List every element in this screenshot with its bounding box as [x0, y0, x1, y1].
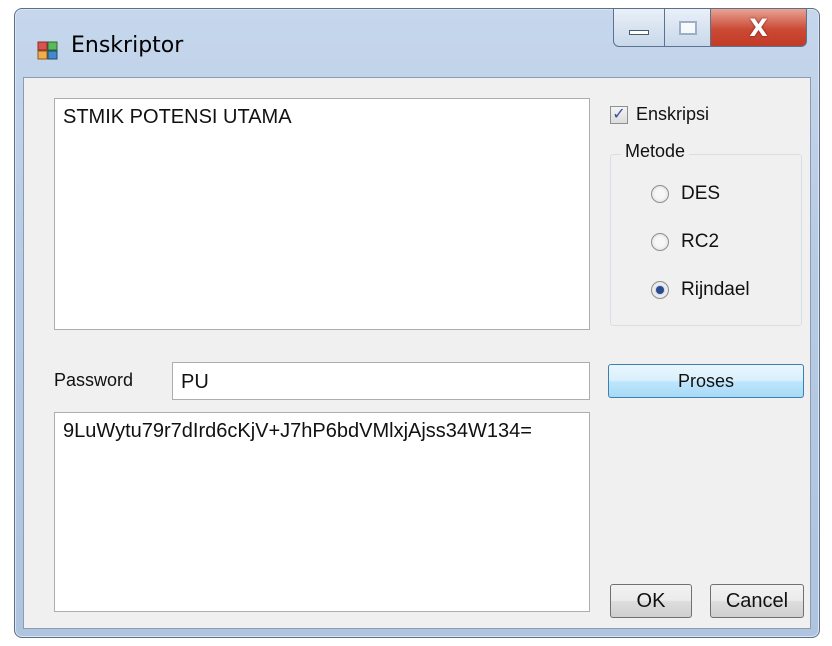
close-button[interactable]: X [711, 9, 807, 47]
radio-button[interactable] [651, 233, 669, 251]
radio-des[interactable]: DES [651, 183, 720, 205]
minimize-button[interactable] [613, 9, 665, 47]
app-window: Enskriptor X STMIK POTENSI UTAMA ✓ Enskr… [14, 8, 820, 638]
radio-button[interactable] [651, 185, 669, 203]
window-title: Enskriptor [71, 33, 184, 58]
title-bar[interactable]: Enskriptor X [15, 9, 819, 77]
checkmark-icon: ✓ [612, 105, 626, 123]
caption-buttons: X [613, 9, 807, 47]
radio-button[interactable] [651, 281, 669, 299]
password-label: Password [54, 370, 134, 390]
plaintext-input[interactable]: STMIK POTENSI UTAMA [54, 98, 590, 330]
encrypt-checkbox[interactable]: ✓ [610, 105, 628, 124]
radio-selected-dot [656, 286, 664, 294]
process-button[interactable]: Proses [608, 364, 804, 398]
ciphertext-output[interactable]: 9LuWytu79r7dIrd6cKjV+J7hP6bdVMlxjAjss34W… [54, 412, 590, 612]
encrypt-checkbox-label: Enskripsi [636, 104, 710, 124]
radio-label: DES [681, 183, 721, 204]
minimize-icon [629, 30, 649, 35]
maximize-button[interactable] [665, 9, 711, 47]
encrypt-checkbox-row[interactable]: ✓ Enskripsi [610, 104, 709, 125]
app-window-icon [37, 39, 59, 61]
radio-rijndael[interactable]: Rijndael [651, 279, 750, 301]
radio-rc2[interactable]: RC2 [651, 231, 719, 253]
maximize-icon [678, 20, 697, 35]
password-field[interactable]: PU [172, 362, 590, 400]
radio-label: RC2 [681, 231, 720, 252]
method-group-legend: Metode [621, 141, 690, 162]
close-icon: X [749, 13, 768, 42]
cancel-button[interactable]: Cancel [710, 584, 804, 618]
ok-button[interactable]: OK [610, 584, 692, 618]
radio-label: Rijndael [681, 279, 750, 300]
method-groupbox: Metode DES RC2 Rijndael [610, 141, 802, 326]
form-client-area: STMIK POTENSI UTAMA ✓ Enskripsi Metode D… [23, 77, 811, 629]
